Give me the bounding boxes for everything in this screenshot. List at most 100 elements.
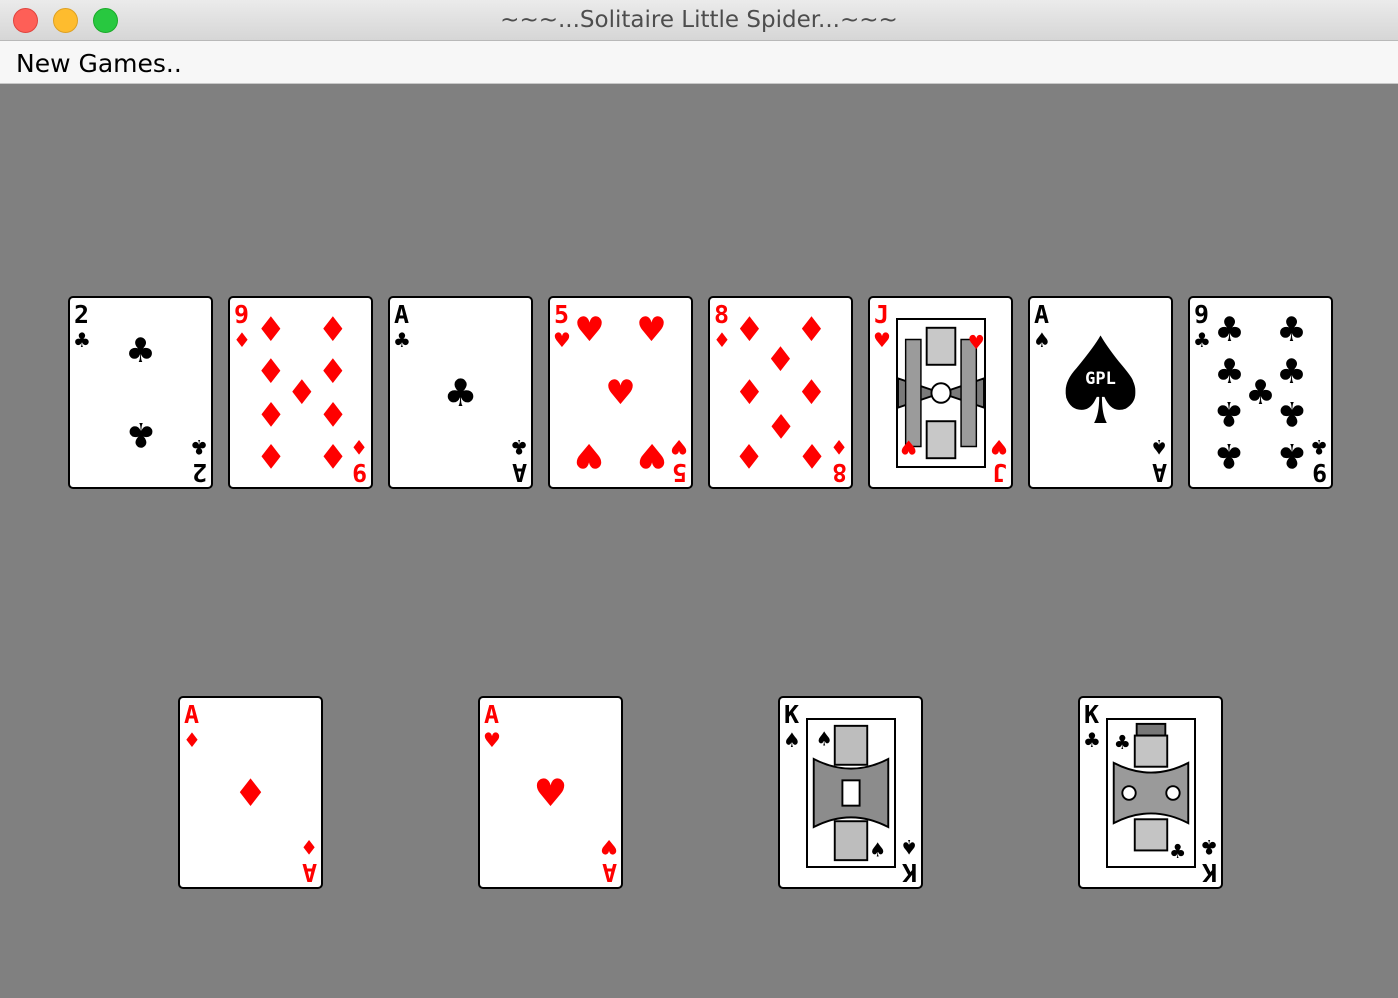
club-icon: ♣ (1200, 835, 1218, 859)
club-icon: ♣ (125, 330, 156, 371)
card-rank: K (784, 700, 800, 729)
card-rank-bottom: 2 (191, 458, 207, 487)
heart-icon: ♥ (533, 770, 568, 815)
spade-icon: ♠ (869, 838, 886, 861)
diamond-icon: ♦ (255, 393, 287, 434)
card-rank-bottom: 9 (1311, 458, 1327, 487)
club-icon: ♣ (1214, 351, 1245, 392)
card-rank-bottom: K (901, 858, 917, 887)
diamond-icon: ♦ (765, 404, 796, 445)
gpl-logo: GPL (1085, 369, 1116, 390)
diamond-icon: ♦ (713, 328, 731, 352)
heart-icon: ♥ (968, 331, 984, 354)
court-portrait-graphic: ♣ ♣ (1108, 720, 1194, 866)
diamond-icon: ♦ (830, 435, 848, 459)
court-portrait-graphic: ♥ ♥ (898, 320, 984, 466)
diamond-icon: ♦ (317, 434, 349, 475)
diamond-icon: ♦ (317, 351, 349, 392)
card-rank-bottom: 5 (671, 458, 687, 487)
foundation-card-1[interactable]: A ♦ ♦ ♦ A (178, 696, 323, 889)
diamond-icon: ♦ (796, 434, 827, 475)
heart-icon: ♥ (483, 728, 501, 752)
club-icon: ♣ (393, 328, 411, 352)
heart-icon: ♥ (873, 328, 891, 352)
tableau-card-1[interactable]: 2 ♣ ♣ ♣ ♣ 2 (68, 296, 213, 489)
diamond-icon: ♦ (233, 328, 251, 352)
card-rank-bottom: 9 (351, 458, 367, 487)
diamond-icon: ♦ (317, 393, 349, 434)
foundation-card-2[interactable]: A ♥ ♥ ♥ A (478, 696, 623, 889)
heart-icon: ♥ (600, 835, 618, 859)
club-icon: ♣ (1193, 328, 1211, 352)
tableau-card-8[interactable]: 9 ♣ ♣ ♣ ♣ ♣ ♣ ♣ ♣ ♣ ♣ ♣ 9 (1188, 296, 1333, 489)
tableau-card-4[interactable]: 5 ♥ ♥ ♥ ♥ ♥ ♥ ♥ 5 (548, 296, 693, 489)
tableau-card-6[interactable]: J ♥ ♥ ♥ ♥ J (868, 296, 1013, 489)
spade-icon: ♠ (783, 728, 801, 752)
menu-new-games[interactable]: New Games.. (16, 41, 182, 84)
diamond-icon: ♦ (286, 372, 318, 413)
card-rank: 9 (234, 300, 250, 329)
court-portrait-graphic: ♠ ♠ (808, 720, 894, 866)
spade-icon: ♠ (900, 835, 918, 859)
card-rank-bottom: A (301, 858, 317, 887)
heart-icon: ♥ (574, 310, 605, 351)
club-icon: ♣ (510, 435, 528, 459)
tableau-card-3[interactable]: A ♣ ♣ ♣ A (388, 296, 533, 489)
tableau-card-2[interactable]: 9 ♦ ♦ ♦ ♦ ♦ ♦ ♦ ♦ ♦ ♦ ♦ 9 (228, 296, 373, 489)
diamond-icon: ♦ (734, 434, 765, 475)
foundation-card-3[interactable]: K ♠ ♠ ♠ ♠ K (778, 696, 923, 889)
card-rank-bottom: J (991, 458, 1007, 487)
club-icon: ♣ (443, 370, 478, 415)
club-icon: ♣ (1214, 310, 1245, 351)
diamond-icon: ♦ (796, 372, 827, 413)
club-icon: ♣ (1276, 351, 1307, 392)
card-rank: J (874, 300, 890, 329)
card-rank: 9 (1194, 300, 1210, 329)
card-rank: 8 (714, 300, 730, 329)
club-icon: ♣ (1114, 731, 1131, 754)
heart-icon: ♥ (574, 434, 605, 475)
heart-icon: ♥ (553, 328, 571, 352)
window-title: ~~~...Solitaire Little Spider...~~~ (500, 7, 898, 33)
spade-icon: ♠ (1150, 435, 1168, 459)
club-icon: ♣ (1276, 434, 1307, 475)
tableau-card-5[interactable]: 8 ♦ ♦ ♦ ♦ ♦ ♦ ♦ ♦ ♦ ♦ 8 (708, 296, 853, 489)
card-rank-bottom: K (1201, 858, 1217, 887)
card-rank: K (1084, 700, 1100, 729)
card-rank-bottom: A (601, 858, 617, 887)
club-icon: ♣ (1276, 310, 1307, 351)
club-icon: ♣ (1083, 728, 1101, 752)
diamond-icon: ♦ (300, 835, 318, 859)
heart-icon: ♥ (900, 436, 917, 459)
heart-icon: ♥ (636, 434, 667, 475)
club-icon: ♣ (125, 414, 156, 455)
club-icon: ♣ (73, 328, 91, 352)
card-rank: A (394, 300, 410, 329)
card-rank-bottom: A (511, 458, 527, 487)
club-icon: ♣ (190, 435, 208, 459)
club-icon: ♣ (1310, 435, 1328, 459)
foundation-card-4[interactable]: K ♣ ♣ ♣ ♣ K (1078, 696, 1223, 889)
card-rank-bottom: 8 (831, 458, 847, 487)
king-of-clubs-portrait: ♣ ♣ (1106, 718, 1196, 868)
heart-icon: ♥ (605, 372, 636, 413)
diamond-icon: ♦ (255, 351, 287, 392)
heart-icon: ♥ (990, 435, 1008, 459)
diamond-icon: ♦ (734, 372, 765, 413)
diamond-icon: ♦ (765, 340, 796, 381)
diamond-icon: ♦ (350, 435, 368, 459)
diamond-icon: ♦ (317, 310, 349, 351)
club-icon: ♣ (1245, 372, 1276, 413)
card-rank: 5 (554, 300, 570, 329)
club-icon: ♣ (1214, 393, 1245, 434)
diamond-icon: ♦ (255, 310, 287, 351)
diamond-icon: ♦ (255, 434, 287, 475)
diamond-icon: ♦ (233, 770, 268, 815)
card-rank: A (184, 700, 200, 729)
card-rank: A (484, 700, 500, 729)
diamond-icon: ♦ (734, 310, 765, 351)
title-bar: ~~~...Solitaire Little Spider...~~~ (0, 0, 1398, 41)
tableau-card-7[interactable]: A ♠ ♠ GPL ♠ A (1028, 296, 1173, 489)
menu-bar: New Games.. (0, 41, 1398, 84)
heart-icon: ♥ (636, 310, 667, 351)
